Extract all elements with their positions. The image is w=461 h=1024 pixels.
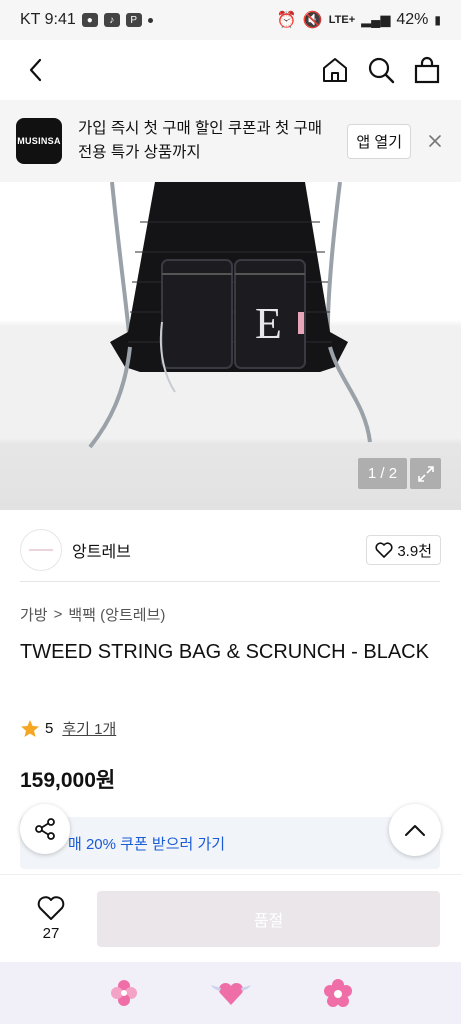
tiktok-notification-icon: ♪	[103, 13, 120, 27]
alarm-icon: ⏰	[276, 12, 297, 29]
app-promo-banner: MUSINSA 가입 즉시 첫 구매 할인 쿠폰과 첫 구매 전용 특가 상품까…	[0, 100, 461, 182]
musinsa-logo: MUSINSA	[16, 118, 62, 164]
wishlist-button[interactable]: 27	[20, 895, 82, 942]
brand-like-button[interactable]: 3.9천	[366, 535, 441, 565]
signal-icon: ▂▄▆	[361, 12, 391, 27]
search-icon	[368, 57, 395, 84]
chevron-up-icon	[405, 825, 425, 836]
pinwheel-icon	[110, 980, 137, 1006]
nav-home-button[interactable]	[209, 971, 253, 1015]
brand-logo-icon	[29, 549, 53, 551]
share-button[interactable]	[20, 804, 70, 854]
flower-icon	[323, 979, 352, 1007]
brand-avatar[interactable]	[20, 529, 62, 571]
back-button[interactable]	[18, 52, 54, 88]
share-icon	[35, 818, 55, 840]
status-bar: KT 9:41 ● ♪ P ⏰ 🔇 LTE+ ▂▄▆ 42% ▮	[0, 0, 461, 40]
promo-text: 가입 즉시 첫 구매 할인 쿠폰과 첫 구매 전용 특가 상품까지	[78, 120, 323, 161]
reviews-link[interactable]: 후기 1개	[62, 718, 116, 739]
cart-button[interactable]	[411, 54, 443, 86]
more-notifications-icon	[147, 17, 153, 23]
search-button[interactable]	[365, 54, 397, 86]
breadcrumb: 가방 > 백팩 (앙트레브)	[20, 604, 165, 625]
product-image: E	[88, 182, 372, 449]
talk-notification-icon: ●	[81, 13, 98, 27]
nav-recents-button[interactable]	[102, 971, 146, 1015]
star-icon	[21, 719, 39, 737]
coupon-text: 매 20% 쿠폰 받으러 가기	[68, 835, 226, 853]
close-icon	[429, 135, 441, 147]
home-icon	[323, 58, 347, 82]
pass-notification-icon: P	[125, 13, 142, 27]
wishlist-count: 27	[42, 925, 60, 942]
expand-icon	[417, 465, 434, 482]
soldout-button[interactable]: 품절	[97, 890, 440, 947]
breadcrumb-subcategory[interactable]: 백팩 (앙트레브)	[68, 604, 165, 625]
system-nav-bar	[0, 962, 461, 1024]
heart-icon	[375, 542, 393, 558]
close-promo-button[interactable]	[425, 131, 445, 151]
back-icon	[29, 58, 42, 82]
mute-icon: 🔇	[302, 12, 323, 29]
brand-name[interactable]: 앙트레브	[72, 538, 131, 562]
app-header	[0, 40, 461, 100]
battery-icon: ▮	[434, 13, 441, 27]
product-title: TWEED STRING BAG & SCRUNCH - BLACK	[20, 641, 429, 663]
brand-row: 앙트레브 3.9천	[0, 520, 461, 580]
home-button[interactable]	[319, 54, 351, 86]
bag-icon	[414, 56, 440, 84]
open-app-button[interactable]: 앱 열기	[347, 123, 411, 159]
coupon-banner[interactable]: 매 20% 쿠폰 받으러 가기	[20, 817, 440, 869]
rating-row: 5 후기 1개	[20, 718, 116, 739]
brand-like-count: 3.9천	[397, 542, 432, 560]
carrier-time: KT 9:41	[20, 11, 76, 28]
divider	[20, 581, 440, 582]
heart-icon	[37, 896, 65, 920]
image-counter: 1 / 2	[358, 458, 407, 489]
bag-logo-letter: E	[255, 299, 282, 348]
rating-value: 5	[45, 720, 54, 737]
breadcrumb-separator: >	[53, 606, 63, 623]
winged-heart-icon	[210, 982, 251, 1005]
battery-level: 42%	[396, 11, 429, 28]
scroll-top-button[interactable]	[389, 804, 441, 856]
purchase-bar: 27 품절	[0, 874, 461, 962]
nav-back-button[interactable]	[316, 971, 360, 1015]
breadcrumb-category[interactable]: 가방	[20, 604, 48, 625]
network-type: LTE+	[328, 14, 356, 26]
product-price: 159,000원	[20, 769, 116, 792]
fullscreen-button[interactable]	[410, 458, 441, 489]
